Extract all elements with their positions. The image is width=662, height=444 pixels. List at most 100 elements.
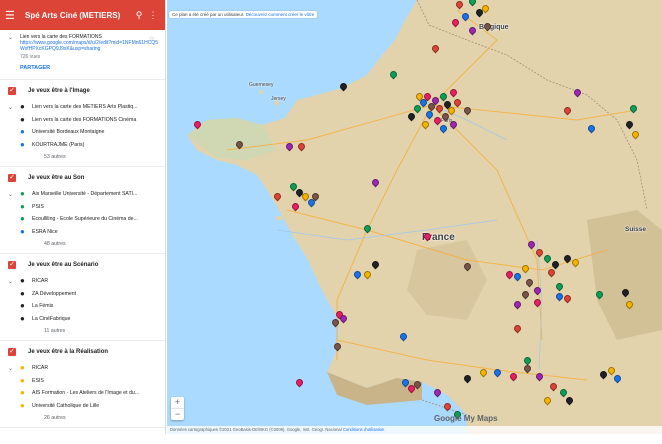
more-options-icon[interactable]: ⋮ bbox=[146, 10, 160, 21]
layer-section: ✓ Je veux être à l'Image ⌄ ● Lien vers la ca… bbox=[0, 80, 165, 167]
more-items-link[interactable]: 48 autres bbox=[8, 238, 159, 250]
list-item-label: Lien vers la carte des FORMATIONS Cinéma bbox=[32, 116, 137, 123]
notice-text: Ce plan a été créé par un utilisateur. bbox=[172, 12, 245, 17]
map-pin-icon: ● bbox=[20, 127, 25, 137]
list-item[interactable]: ● PSIS bbox=[8, 201, 159, 214]
map-attribution: Données cartographiques ©2021 GeoBasis-D… bbox=[167, 426, 662, 434]
chevron-down-icon[interactable]: ⌄ bbox=[8, 191, 20, 198]
list-item[interactable]: ⌄ ● Aix Marseille Université - Département… bbox=[8, 188, 159, 201]
layer-section: ✓ Je veux être au Scénario ⌄ ● RICAR ● ZA Déve… bbox=[0, 254, 165, 341]
layer-items: ⌄ ● Aix Marseille Université - Département… bbox=[8, 188, 159, 238]
layer-title: Je veux être à l'Image bbox=[28, 88, 90, 94]
label-guernsey: Guernesey bbox=[249, 82, 274, 88]
layer-header: ✓ Je veux être au Son bbox=[8, 173, 159, 183]
list-item-label: AIS Formation - Les Ateliers de l'Image … bbox=[32, 390, 140, 397]
list-item-label: ESIS bbox=[32, 377, 44, 384]
layer-checkbox[interactable]: ✓ bbox=[8, 87, 16, 95]
create-map-link[interactable]: Découvrez comment créer le vôtre bbox=[246, 12, 315, 17]
map-pin-icon: ● bbox=[20, 276, 25, 286]
page-footer-strip bbox=[0, 434, 662, 444]
map-pin-icon: ● bbox=[20, 313, 25, 323]
map-pin-icon: ● bbox=[20, 214, 25, 224]
star-icon[interactable]: ☆ bbox=[149, 35, 155, 43]
google-my-maps-logo: Google My Maps bbox=[434, 414, 498, 423]
map-title: Spé Arts Ciné (METIERS) bbox=[25, 10, 121, 20]
layer-section: ✓ Je veux être à la Réalisation ⌄ ● RICAR ● ES… bbox=[0, 341, 165, 428]
layer-title: Je veux être à la Réalisation bbox=[28, 349, 109, 355]
layer-checkbox[interactable]: ✓ bbox=[8, 261, 16, 269]
list-item[interactable]: ● Université Catholique de Lille bbox=[8, 400, 159, 413]
map-pin-icon: ● bbox=[20, 375, 25, 385]
list-item-label: La Fémis bbox=[32, 303, 54, 310]
chevron-down-icon[interactable]: ⌄ bbox=[8, 365, 20, 372]
layer-checkbox[interactable]: ✓ bbox=[8, 348, 16, 356]
map-pin-icon: ● bbox=[20, 139, 25, 149]
formations-link[interactable]: https://www.google.com/maps/d/u/2/edit?m… bbox=[20, 40, 159, 52]
menu-icon[interactable]: ☰ bbox=[5, 9, 19, 22]
list-item[interactable]: ● ESIS bbox=[8, 375, 159, 388]
list-item[interactable]: ● KOURTRAJMÉ (Paris) bbox=[8, 139, 159, 152]
list-item-label: Ecoulliling - Ecole Supérieure du Cinéma… bbox=[32, 216, 138, 223]
layer-title: Je veux être au Son bbox=[28, 175, 85, 181]
map-pin-icon: ● bbox=[20, 102, 25, 112]
list-item[interactable]: ● ESRA Nice bbox=[8, 226, 159, 239]
list-item[interactable]: ● Lien vers la carte des FORMATIONS Ciném… bbox=[8, 114, 159, 127]
map-pin-icon: ● bbox=[20, 363, 25, 373]
map-description: ⌄ Lien vers la carte des FORMATIONS http… bbox=[0, 30, 165, 80]
app-header: ☰ Spé Arts Ciné (METIERS) ⚲ ⋮ bbox=[0, 0, 165, 30]
terms-link[interactable]: Conditions d'utilisation bbox=[343, 427, 385, 432]
list-item-label: Université Catholique de Lille bbox=[32, 402, 100, 409]
map-pin-icon: ● bbox=[20, 301, 25, 311]
layer-section: ✓ Je veux être au Son ⌄ ● Aix Marseille Univ… bbox=[0, 167, 165, 254]
country-label-switzerland: Suisse bbox=[625, 226, 646, 233]
chevron-down-icon[interactable]: ⌄ bbox=[8, 104, 20, 111]
map-pin-icon: ● bbox=[20, 114, 25, 124]
map-background bbox=[167, 0, 662, 434]
map-pin-icon: ● bbox=[20, 201, 25, 211]
more-items-link[interactable]: 26 autres bbox=[8, 412, 159, 424]
list-item[interactable]: ● La CinéFabrique bbox=[8, 313, 159, 326]
list-item[interactable]: ⌄ ● RICAR bbox=[8, 275, 159, 288]
more-items-link[interactable]: 11 autres bbox=[8, 325, 159, 337]
list-item-label: KOURTRAJMÉ (Paris) bbox=[32, 141, 85, 148]
layer-header: ✓ Je veux être à la Réalisation bbox=[8, 347, 159, 357]
layer-items: ⌄ ● RICAR ● ESIS ● AIS Formation - Les Atelier… bbox=[8, 362, 159, 412]
creator-notice: Ce plan a été créé par un utilisateur. D… bbox=[169, 11, 318, 18]
list-item-label: RICAR bbox=[32, 365, 49, 372]
list-item[interactable]: ● Université Bordeaux Montaigne bbox=[8, 126, 159, 139]
list-item-label: RICAR bbox=[32, 278, 49, 285]
layer-header: ✓ Je veux être à l'Image bbox=[8, 86, 159, 96]
list-item-label: Université Bordeaux Montaigne bbox=[32, 129, 105, 136]
zoom-control: + − bbox=[171, 397, 184, 420]
layer-items: ⌄ ● Lien vers la carte des METIERS Arts Pl… bbox=[8, 101, 159, 151]
share-button[interactable]: PARTAGER bbox=[20, 65, 159, 71]
list-item[interactable]: ● ZA Développement bbox=[8, 288, 159, 301]
list-item[interactable]: ● AIS Formation - Les Ateliers de l'Image… bbox=[8, 387, 159, 400]
list-item-label: Lien vers la carte des METIERS Arts Plas… bbox=[32, 104, 138, 111]
list-item-label: Aix Marseille Université - Département S… bbox=[32, 191, 138, 198]
list-item[interactable]: ⌄ ● RICAR bbox=[8, 362, 159, 375]
list-item-label: ZA Développement bbox=[32, 290, 77, 297]
layer-header: ✓ Je veux être au Scénario bbox=[8, 260, 159, 270]
map-pin-icon: ● bbox=[20, 388, 25, 398]
legend-panel: ☰ Spé Arts Ciné (METIERS) ⚲ ⋮ ⌄ Lien ver… bbox=[0, 0, 166, 434]
list-item[interactable]: ● Ecoulliling - Ecole Supérieure du Ciném… bbox=[8, 213, 159, 226]
zoom-out-button[interactable]: − bbox=[171, 409, 184, 420]
list-item-label: ESRA Nice bbox=[32, 228, 58, 235]
list-item-label: PSIS bbox=[32, 203, 44, 210]
layer-items: ⌄ ● RICAR ● ZA Développement ● La Fémis ● La Cin… bbox=[8, 275, 159, 325]
label-jersey: Jersey bbox=[271, 96, 286, 102]
zoom-in-button[interactable]: + bbox=[171, 397, 184, 408]
chevron-down-icon[interactable]: ⌄ bbox=[8, 34, 20, 71]
chevron-down-icon[interactable]: ⌄ bbox=[8, 278, 20, 285]
layer-title: Je veux être au Scénario bbox=[28, 262, 99, 268]
map-pin-icon: ● bbox=[20, 288, 25, 298]
list-item[interactable]: ⌄ ● Lien vers la carte des METIERS Arts Pl… bbox=[8, 101, 159, 114]
more-items-link[interactable]: 53 autres bbox=[8, 151, 159, 163]
map-canvas[interactable]: Ce plan a été créé par un utilisateur. D… bbox=[167, 0, 662, 434]
layer-checkbox[interactable]: ✓ bbox=[8, 174, 16, 182]
search-icon[interactable]: ⚲ bbox=[132, 10, 146, 21]
list-item[interactable]: ● La Fémis bbox=[8, 300, 159, 313]
attribution-text: Données cartographiques ©2021 GeoBasis-D… bbox=[170, 427, 342, 432]
list-item-label: La CinéFabrique bbox=[32, 315, 71, 322]
